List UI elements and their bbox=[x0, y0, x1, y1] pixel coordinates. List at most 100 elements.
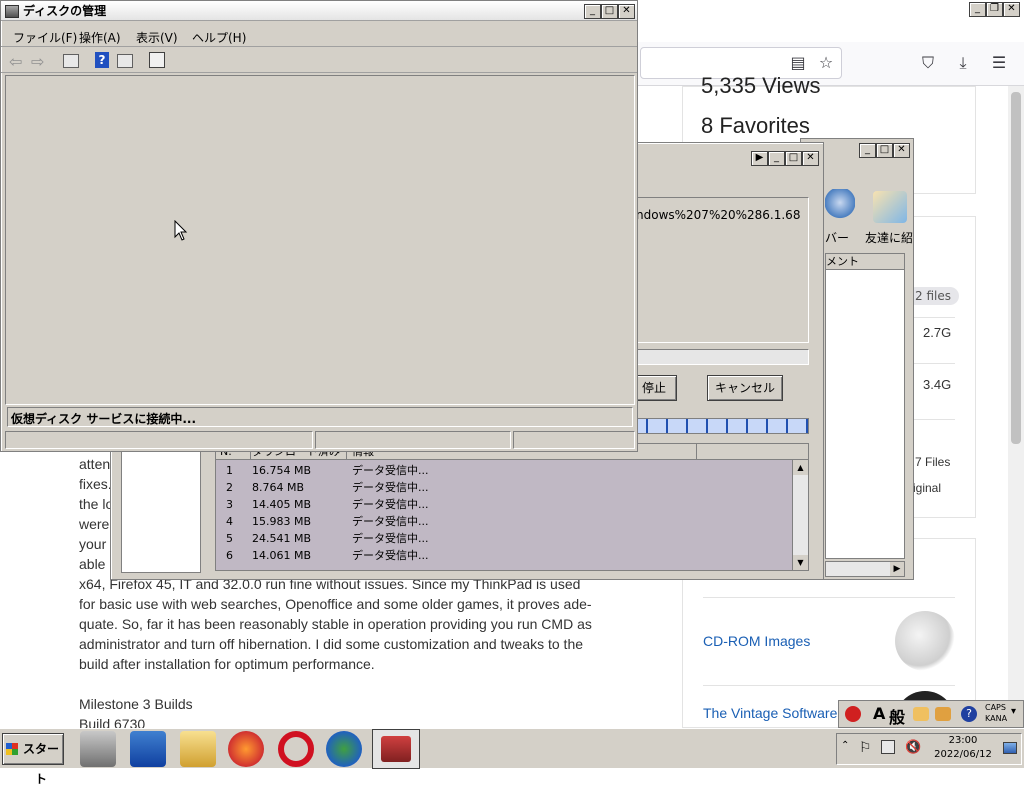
overall-progress-bar bbox=[631, 349, 809, 365]
download-tray-button[interactable]: ▶ bbox=[751, 151, 768, 166]
menu-bar: ファイル(F) 操作(A) 表示(V) ヘルプ(H) bbox=[1, 25, 637, 47]
row-size: 15.983 MB bbox=[252, 515, 312, 528]
action-center-flag-icon[interactable]: ⚐ bbox=[859, 740, 872, 756]
secondary-minimize-button[interactable]: _ bbox=[859, 143, 876, 158]
explorer-taskbar-icon[interactable] bbox=[180, 731, 216, 767]
secondary-maximize-button[interactable]: □ bbox=[876, 143, 893, 158]
menu-help[interactable]: ヘルプ(H) bbox=[192, 29, 246, 46]
status-pane bbox=[513, 431, 635, 449]
row-info: データ受信中... bbox=[352, 464, 429, 477]
network-icon[interactable] bbox=[881, 740, 895, 754]
download-manager-taskbar-icon[interactable] bbox=[326, 731, 362, 767]
article-text: were bbox=[79, 516, 110, 532]
browser-restore-button[interactable]: ❐ bbox=[986, 2, 1003, 17]
ime-pad-icon[interactable] bbox=[935, 707, 951, 721]
list-item[interactable]: 6 14.061 MB データ受信中... bbox=[216, 547, 792, 564]
properties-icon[interactable] bbox=[149, 52, 165, 68]
row-size: 16.754 MB bbox=[252, 464, 312, 477]
download-maximize-button[interactable]: □ bbox=[785, 151, 802, 166]
scroll-right-icon[interactable]: ▶ bbox=[890, 562, 904, 576]
pocket-icon[interactable]: ⛉ bbox=[917, 52, 939, 74]
list-item[interactable]: 4 15.983 MB データ受信中... bbox=[216, 513, 792, 530]
ime-options-icon[interactable]: ▾ bbox=[1011, 706, 1016, 717]
menu-action[interactable]: 操作(A) bbox=[79, 29, 121, 46]
row-info: データ受信中... bbox=[352, 481, 429, 494]
horizontal-scrollbar[interactable]: ▶ bbox=[825, 561, 905, 577]
article-text: quate. So, far it has been reasonably st… bbox=[79, 616, 592, 632]
show-hidden-icons[interactable]: ⌃ bbox=[841, 740, 849, 751]
ime-help-icon[interactable]: ? bbox=[961, 706, 977, 722]
scroll-up-icon[interactable]: ▲ bbox=[793, 460, 808, 475]
computer-management-taskbar-icon[interactable] bbox=[80, 731, 116, 767]
disk-close-button[interactable]: ✕ bbox=[618, 4, 635, 19]
collection-link[interactable]: CD-ROM Images bbox=[703, 633, 810, 649]
favorites-count: 8 Favorites bbox=[701, 113, 810, 138]
clock-time[interactable]: 23:00 bbox=[933, 735, 993, 746]
action-pane-icon[interactable] bbox=[117, 54, 133, 68]
list-scrollbar[interactable]: ▲ ▼ bbox=[792, 460, 808, 570]
left-panel bbox=[121, 439, 201, 573]
download-minimize-button[interactable]: _ bbox=[768, 151, 785, 166]
tell-a-friend-icon[interactable] bbox=[873, 191, 907, 223]
row-info: データ受信中... bbox=[352, 532, 429, 545]
downloads-icon[interactable]: ⤓ bbox=[952, 52, 974, 74]
active-task-button[interactable] bbox=[372, 729, 420, 769]
disk-maximize-button[interactable]: □ bbox=[601, 4, 618, 19]
bookmark-star-icon[interactable]: ☆ bbox=[815, 52, 837, 74]
reader-view-icon[interactable]: ▤ bbox=[787, 52, 809, 74]
browser-minimize-button[interactable]: _ bbox=[969, 2, 986, 17]
caps-indicator: CAPS bbox=[985, 703, 1006, 712]
secondary-close-button[interactable]: ✕ bbox=[893, 143, 910, 158]
menu-icon[interactable]: ☰ bbox=[988, 52, 1010, 74]
divider bbox=[703, 597, 955, 598]
views-count: 5,335 Views bbox=[701, 73, 821, 98]
row-size: 8.764 MB bbox=[252, 481, 305, 494]
scrollbar-thumb[interactable] bbox=[1011, 92, 1021, 444]
download-info-box: ndows%207%20%286.1.68 bbox=[631, 197, 809, 343]
article-text: for basic use with web searches, Openoff… bbox=[79, 596, 592, 612]
cancel-button[interactable]: キャンセル bbox=[707, 375, 783, 401]
page-scrollbar[interactable] bbox=[1008, 86, 1024, 728]
ime-mode-general[interactable]: 般 bbox=[889, 704, 905, 728]
browser-close-button[interactable]: ✕ bbox=[1003, 2, 1020, 17]
menu-file[interactable]: ファイル(F) bbox=[13, 29, 77, 46]
row-size: 14.405 MB bbox=[252, 498, 312, 511]
console-tree-icon[interactable] bbox=[63, 54, 79, 68]
row-number: 1 bbox=[226, 464, 233, 477]
server-icon[interactable] bbox=[825, 189, 855, 223]
ime-language-bar: A 般 ? CAPS KANA ▾ bbox=[838, 700, 1024, 728]
clock-date[interactable]: 2022/06/12 bbox=[933, 749, 993, 760]
back-arrow-icon[interactable]: ⇦ bbox=[9, 52, 22, 71]
menu-view[interactable]: 表示(V) bbox=[136, 29, 178, 46]
comment-list: メント bbox=[825, 253, 905, 559]
row-number: 5 bbox=[226, 532, 233, 545]
list-item[interactable]: 1 16.754 MB データ受信中... bbox=[216, 462, 792, 479]
collection-link[interactable]: The Vintage Software bbox=[703, 705, 837, 721]
column-divider bbox=[696, 444, 697, 460]
ime-input-method-icon[interactable] bbox=[845, 706, 861, 722]
connection-list: N. ダウンロード済み 情報 1 16.754 MB データ受信中... 2 8… bbox=[215, 443, 809, 571]
ime-mode-a[interactable]: A bbox=[873, 704, 885, 723]
start-button[interactable]: スタート bbox=[2, 733, 64, 786]
volume-muted-icon[interactable]: 🔇 bbox=[905, 740, 921, 755]
files-count-badge: 2 files bbox=[907, 287, 959, 305]
firefox-taskbar-icon[interactable] bbox=[228, 731, 264, 767]
show-desktop-icon[interactable] bbox=[1003, 742, 1017, 754]
disk-titlebar[interactable]: ディスクの管理 bbox=[1, 1, 637, 21]
help-icon[interactable]: ? bbox=[95, 52, 109, 68]
row-info: データ受信中... bbox=[352, 549, 429, 562]
opera-taskbar-icon[interactable] bbox=[278, 731, 314, 767]
article-heading: Milestone 3 Builds bbox=[79, 696, 193, 712]
list-item[interactable]: 3 14.405 MB データ受信中... bbox=[216, 496, 792, 513]
powershell-taskbar-icon[interactable] bbox=[130, 731, 166, 767]
disk-minimize-button[interactable]: _ bbox=[584, 4, 601, 19]
scroll-down-icon[interactable]: ▼ bbox=[793, 555, 808, 570]
all-files-link[interactable]: 7 Files bbox=[915, 455, 950, 469]
row-number: 6 bbox=[226, 549, 233, 562]
forward-arrow-icon[interactable]: ⇨ bbox=[31, 52, 44, 71]
list-item[interactable]: 5 24.541 MB データ受信中... bbox=[216, 530, 792, 547]
ime-tool-icon[interactable] bbox=[913, 707, 929, 721]
download-close-button[interactable]: ✕ bbox=[802, 151, 819, 166]
list-item[interactable]: 2 8.764 MB データ受信中... bbox=[216, 479, 792, 496]
comment-column-header[interactable]: メント bbox=[826, 254, 904, 270]
